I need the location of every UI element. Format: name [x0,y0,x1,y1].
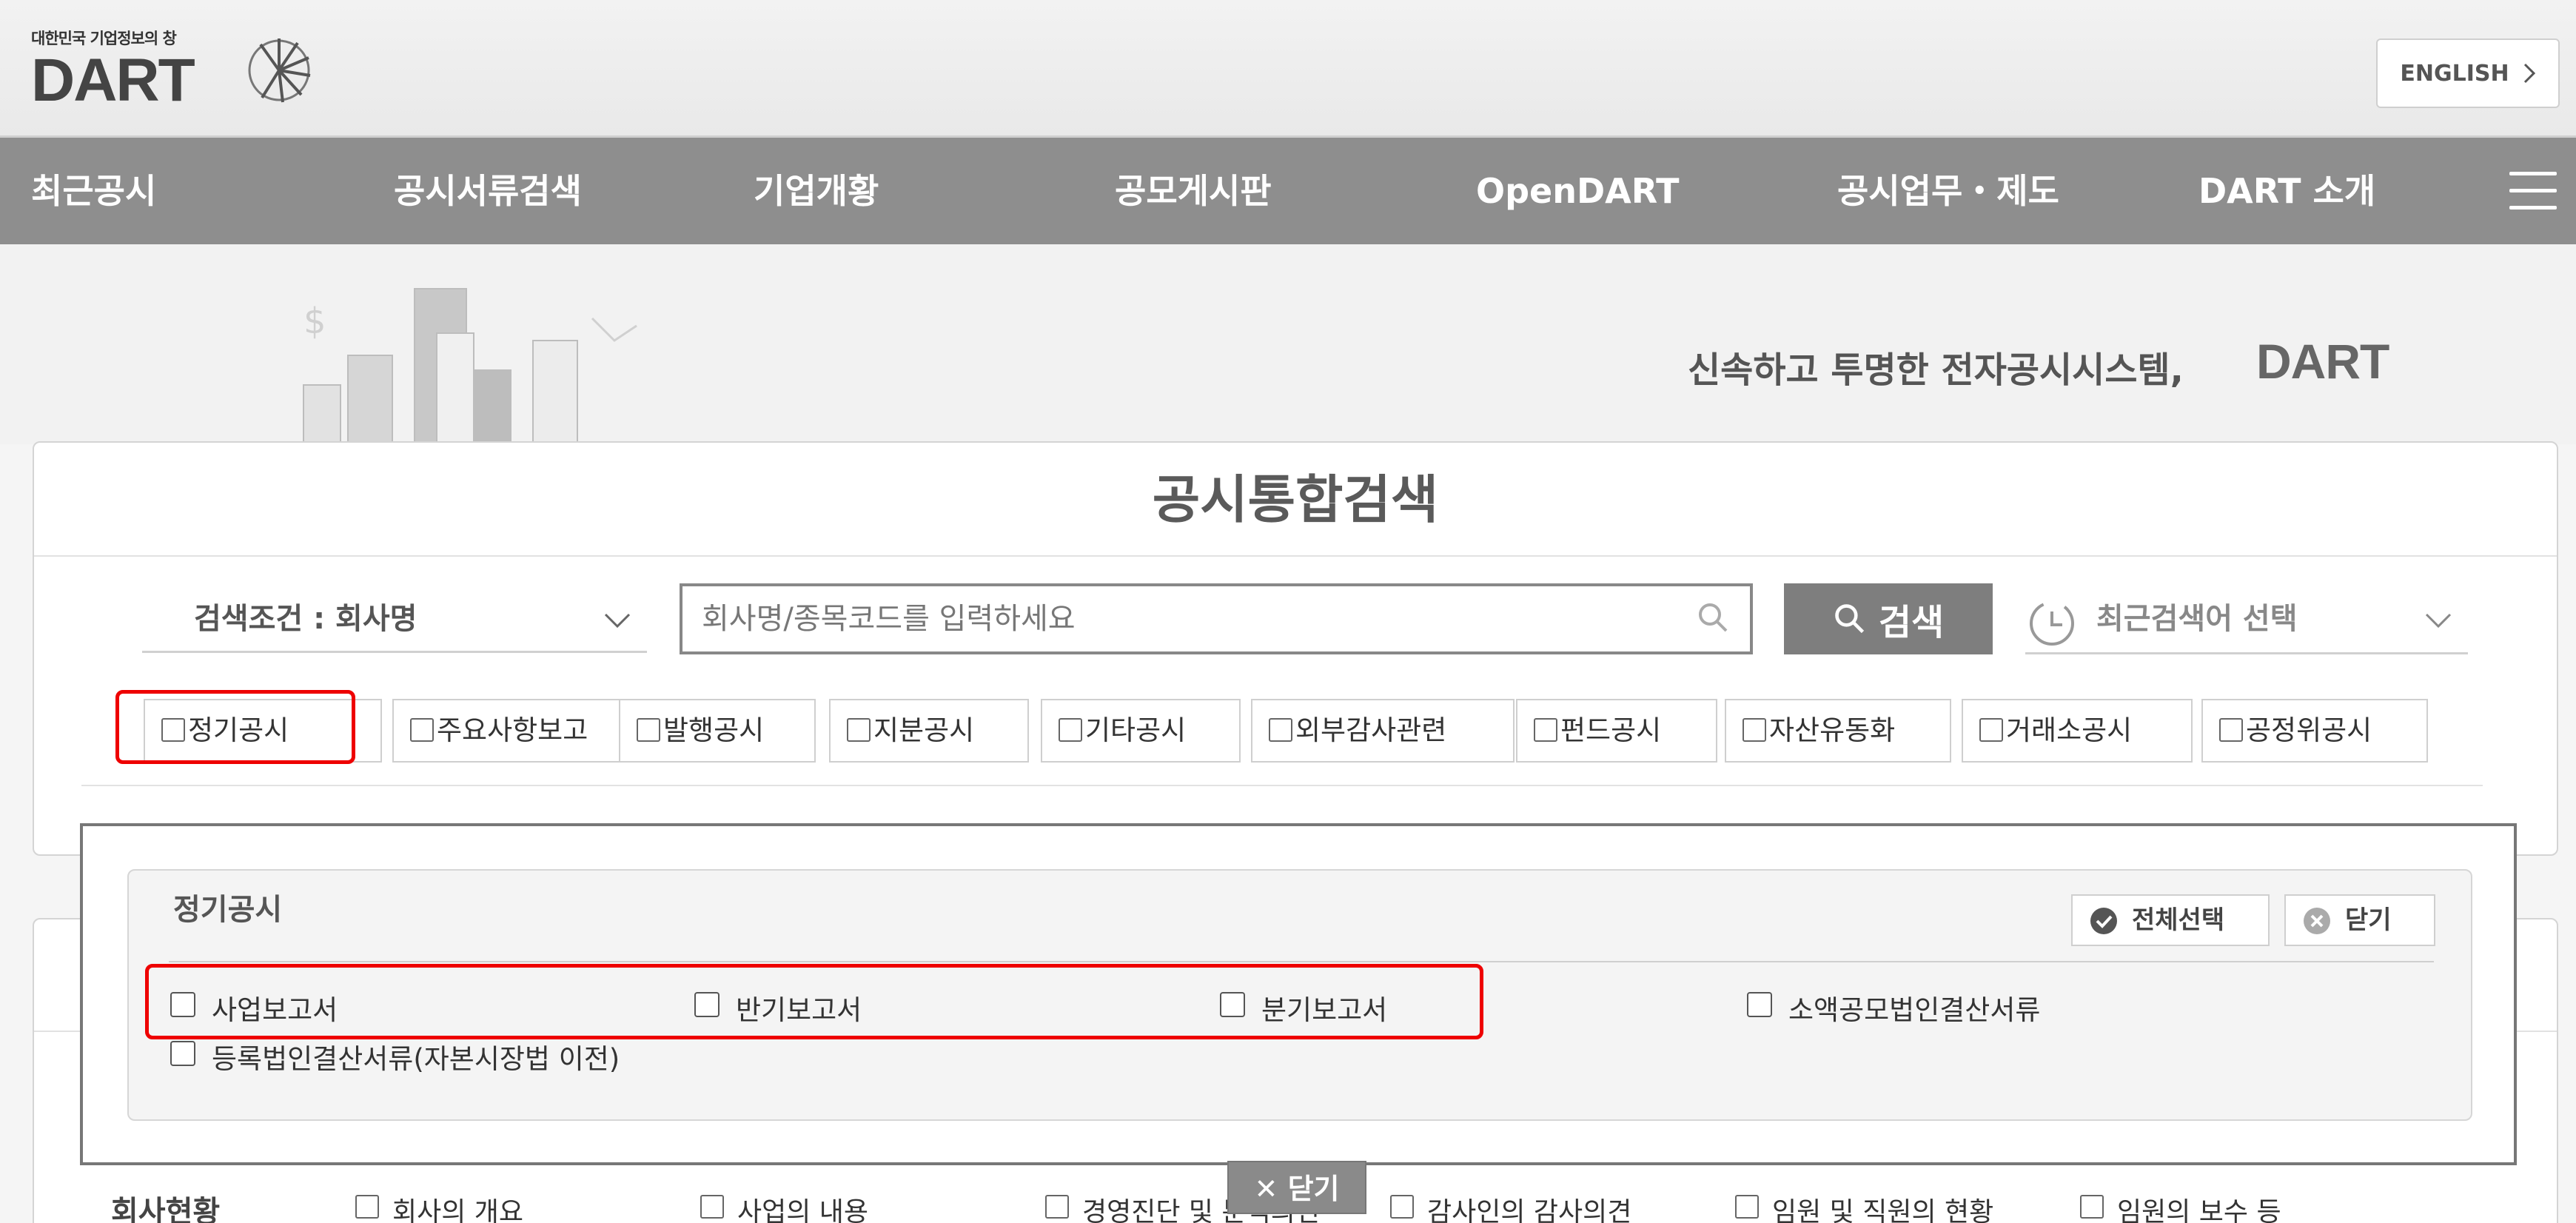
company-item[interactable]: 회사의 개요 [355,1190,523,1223]
company-status-label: 회사현황 [111,1195,221,1223]
checkbox[interactable] [1059,718,1082,742]
checkbox[interactable] [1735,1195,1759,1219]
checkbox[interactable] [170,1041,195,1066]
nav-item-about[interactable]: DART 소개 [2198,138,2375,244]
checkbox[interactable] [410,718,434,742]
checkbox[interactable] [2219,718,2243,742]
tagline: 신속하고 투명한 전자공시시스템, [1688,349,2184,391]
company-item[interactable]: 감사인의 감사의견 [1390,1190,1631,1223]
nav-item-offering[interactable]: 공모게시판 [1115,138,1272,244]
main-nav: 최근공시 공시서류검색 기업개황 공모게시판 OpenDART 공시업무・제도 … [0,138,2576,244]
tab-label: 발행공시 [663,714,765,746]
tab-exchange[interactable]: 거래소공시 [1962,699,2193,763]
company-item[interactable]: 임원의 보수 등 [2080,1190,2281,1223]
nav-item-opendart[interactable]: OpenDART [1476,138,1680,244]
divider [81,785,2483,786]
tab-label: 자산유동화 [1769,714,1896,746]
tab-label: 펀드공시 [1560,714,1662,746]
company-item[interactable]: 임원 및 직원의 현황 [1735,1190,1993,1223]
select-all-button[interactable]: 전체선택 [2071,894,2270,946]
checkbox[interactable] [1979,718,2003,742]
checkbox[interactable] [1269,718,1292,742]
tab-asset-securitization[interactable]: 자산유동화 [1725,699,1951,763]
select-all-label: 전체선택 [2132,905,2225,935]
nav-item-disclosure-system[interactable]: 공시업무・제도 [1837,138,2059,244]
checkbox[interactable] [355,1195,379,1219]
check-circle-icon [2090,908,2117,934]
nav-item-recent[interactable]: 최근공시 [31,138,156,244]
tab-label: 거래소공시 [2006,714,2133,746]
popup-bottom-close-button[interactable]: ✕ 닫기 [1227,1161,1366,1214]
dart-logo[interactable]: 대한민국 기업정보의 창 DART [31,27,342,114]
logo-text: DART [31,47,195,114]
checkbox[interactable] [1045,1195,1069,1219]
checkbox[interactable] [2080,1195,2104,1219]
tab-label: 지분공시 [873,714,975,746]
company-item-label: 회사의 개요 [392,1197,524,1223]
bottom-close-label: 닫기 [1287,1173,1340,1205]
tab-label: 주요사항보고 [437,714,588,746]
checkbox[interactable] [700,1195,724,1219]
company-item-label: 임원의 보수 등 [2117,1197,2281,1223]
disclosure-type-tabs: 정기공시 주요사항보고 발행공시 지분공시 기타공시 외부감사관련 펀드공시 자… [34,443,2557,854]
menu-icon[interactable] [2509,172,2557,210]
banner: $ 신속하고 투명한 전자공시시스템, DART [0,244,2576,444]
chevron-right-icon [2523,63,2535,84]
close-x-icon: ✕ [1254,1173,1288,1205]
tab-label: 기타공시 [1085,714,1187,746]
tab-equity[interactable]: 지분공시 [829,699,1029,763]
close-circle-icon [2304,908,2330,934]
nav-item-doc-search[interactable]: 공시서류검색 [394,138,582,244]
option-label: 등록법인결산서류(자본시장법 이전) [212,1043,620,1075]
tagline-brand: DART [2256,334,2389,389]
search-card: 공시통합검색 검색조건 : 회사명 회사명/종목코드를 입력하세요 검색 최근검… [33,441,2558,856]
english-button[interactable]: ENGLISH [2376,38,2560,108]
company-item-label: 감사인의 감사의견 [1427,1197,1632,1223]
highlight-box [115,690,355,764]
tab-ftc[interactable]: 공정위공시 [2201,699,2428,763]
checkbox[interactable] [1390,1195,1414,1219]
tab-label: 외부감사관련 [1295,714,1447,746]
option-registered-settlement[interactable]: 등록법인결산서류(자본시장법 이전) [170,1036,620,1076]
tab-major-report[interactable]: 주요사항보고 [392,699,644,763]
header: 대한민국 기업정보의 창 DART ENGLISH [0,0,2576,138]
company-item-label: 임원 및 직원의 현황 [1772,1197,1994,1223]
highlight-box [145,964,1483,1039]
divider [169,961,2434,962]
tab-external-audit[interactable]: 외부감사관련 [1251,699,1515,763]
popup-title: 정기공시 [173,893,283,927]
tab-fund[interactable]: 펀드공시 [1516,699,1717,763]
sunburst-icon [248,38,311,103]
option-label: 소액공모법인결산서류 [1788,994,2041,1026]
checkbox[interactable] [1534,718,1557,742]
option-small-offering-settlement[interactable]: 소액공모법인결산서류 [1747,988,2040,1028]
nav-item-company[interactable]: 기업개황 [754,138,879,244]
popup-close-button[interactable]: 닫기 [2284,894,2435,946]
tab-label: 공정위공시 [2246,714,2372,746]
company-item-label: 사업의 내용 [737,1197,869,1223]
company-item[interactable]: 사업의 내용 [700,1190,868,1223]
tab-other[interactable]: 기타공시 [1041,699,1241,763]
tab-issuance[interactable]: 발행공시 [619,699,816,763]
svg-text:$: $ [303,301,326,342]
checkbox[interactable] [1747,992,1772,1017]
checkbox[interactable] [1743,718,1766,742]
english-label: ENGLISH [2400,60,2509,87]
close-label: 닫기 [2345,905,2392,935]
checkbox[interactable] [847,718,871,742]
city-illustration: $ [303,288,637,444]
checkbox[interactable] [637,718,660,742]
